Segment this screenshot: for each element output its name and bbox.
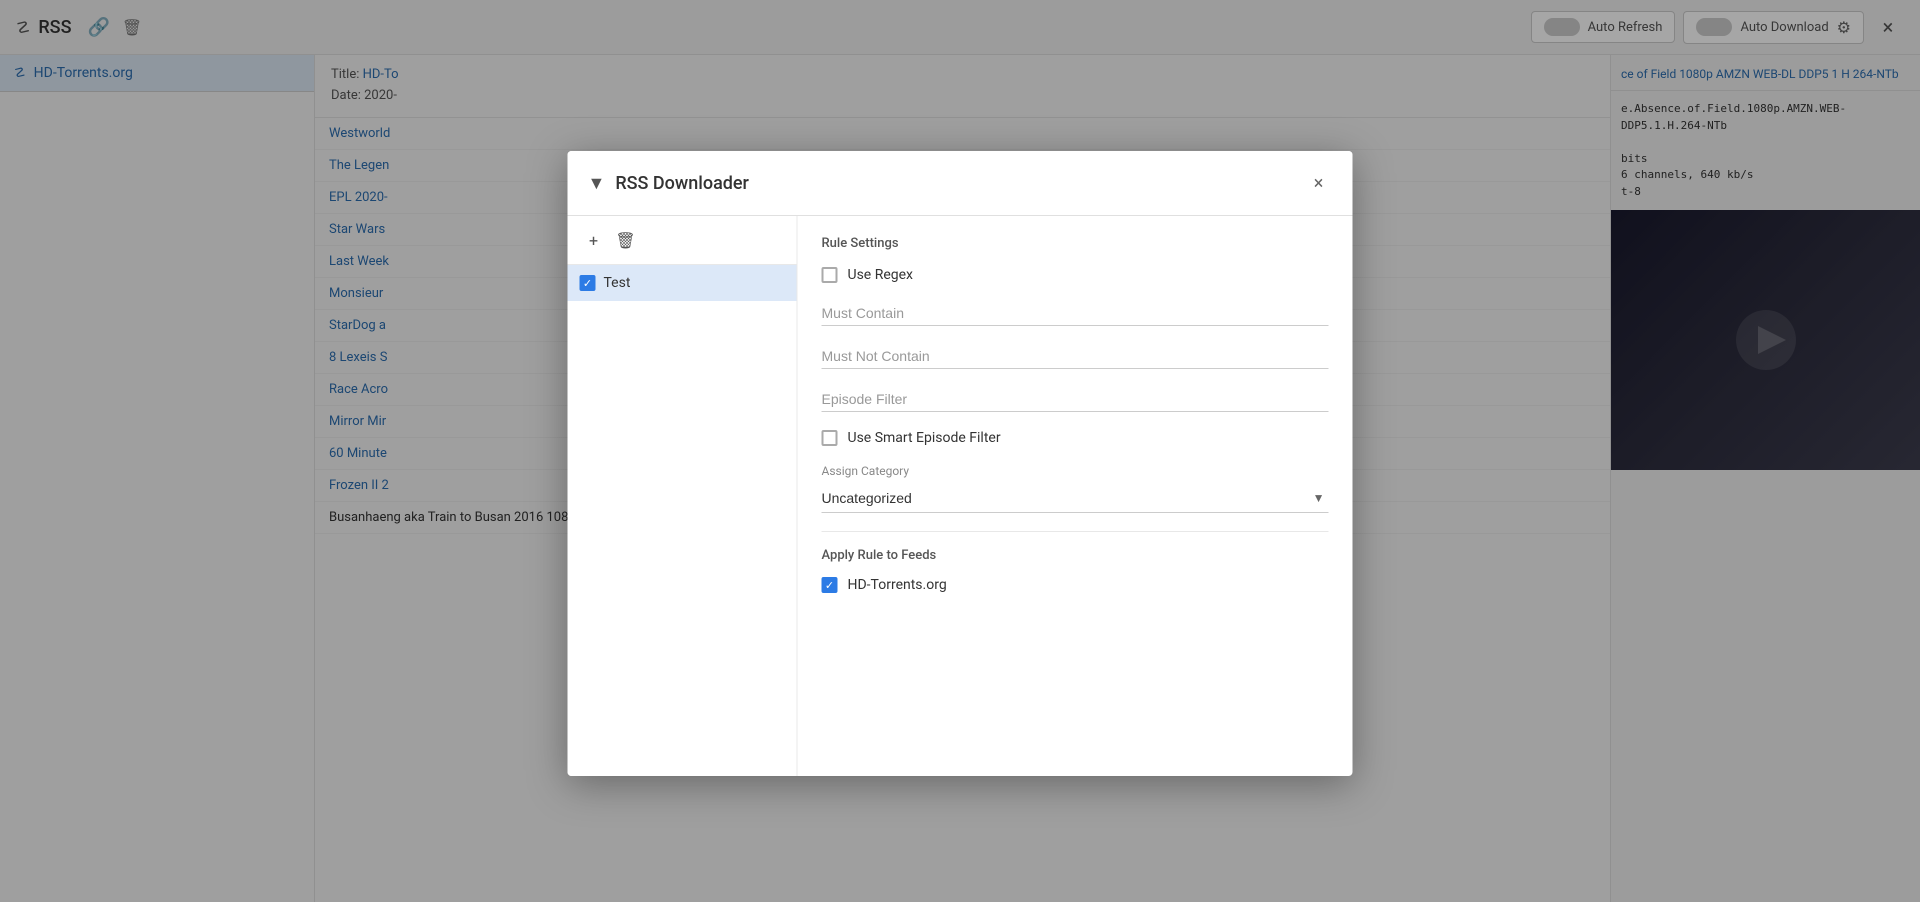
apply-feeds-label: Apply Rule to Feeds <box>822 548 1329 563</box>
must-contain-input[interactable] <box>822 301 1329 326</box>
delete-rule-button[interactable]: 🗑 <box>612 226 640 254</box>
feed-checkbox-row: ✓ HD-Torrents.org <box>822 577 1329 593</box>
modal-rule-settings: Rule Settings Use Regex Use Smart Ep <box>798 216 1353 776</box>
checkmark-icon: ✓ <box>583 277 592 290</box>
episode-filter-input[interactable] <box>822 387 1329 412</box>
apply-feeds-section: Apply Rule to Feeds ✓ HD-Torrents.org <box>822 548 1329 593</box>
assign-category-select-container: Uncategorized ▼ <box>822 484 1329 513</box>
modal-title: RSS Downloader <box>615 173 1294 194</box>
episode-filter-field <box>822 387 1329 412</box>
modal-header: ▼ RSS Downloader × <box>568 151 1353 216</box>
use-regex-row: Use Regex <box>822 267 1329 283</box>
form-divider <box>822 531 1329 532</box>
rule-list-item-test[interactable]: ✓ Test <box>568 265 797 301</box>
modal-rules-sidebar: + 🗑 ✓ Test <box>568 216 798 776</box>
feed-checkmark-icon: ✓ <box>825 579 834 592</box>
must-not-contain-field <box>822 344 1329 369</box>
rule-settings-heading: Rule Settings <box>822 236 1329 251</box>
modal-sidebar-toolbar: + 🗑 <box>568 216 797 265</box>
must-contain-field <box>822 301 1329 326</box>
assign-category-field: Assign Category Uncategorized ▼ <box>822 464 1329 513</box>
filter-icon: ▼ <box>588 173 606 194</box>
feed-checkbox-label: HD-Torrents.org <box>848 577 947 593</box>
modal-body: + 🗑 ✓ Test Rule Settings Use Regex <box>568 216 1353 776</box>
rule-checked-icon: ✓ <box>580 275 596 291</box>
rule-name-label: Test <box>604 275 631 291</box>
smart-episode-filter-label: Use Smart Episode Filter <box>848 430 1001 446</box>
add-rule-button[interactable]: + <box>580 226 608 254</box>
use-regex-label: Use Regex <box>848 267 913 283</box>
must-not-contain-input[interactable] <box>822 344 1329 369</box>
rss-downloader-modal: ▼ RSS Downloader × + 🗑 ✓ Test Rule Setti… <box>568 151 1353 776</box>
smart-episode-filter-checkbox[interactable] <box>822 430 838 446</box>
feed-checkbox[interactable]: ✓ <box>822 577 838 593</box>
modal-close-button[interactable]: × <box>1305 169 1333 197</box>
smart-episode-filter-row: Use Smart Episode Filter <box>822 430 1329 446</box>
assign-category-select[interactable]: Uncategorized <box>822 484 1329 512</box>
assign-category-label: Assign Category <box>822 464 1329 478</box>
use-regex-checkbox[interactable] <box>822 267 838 283</box>
